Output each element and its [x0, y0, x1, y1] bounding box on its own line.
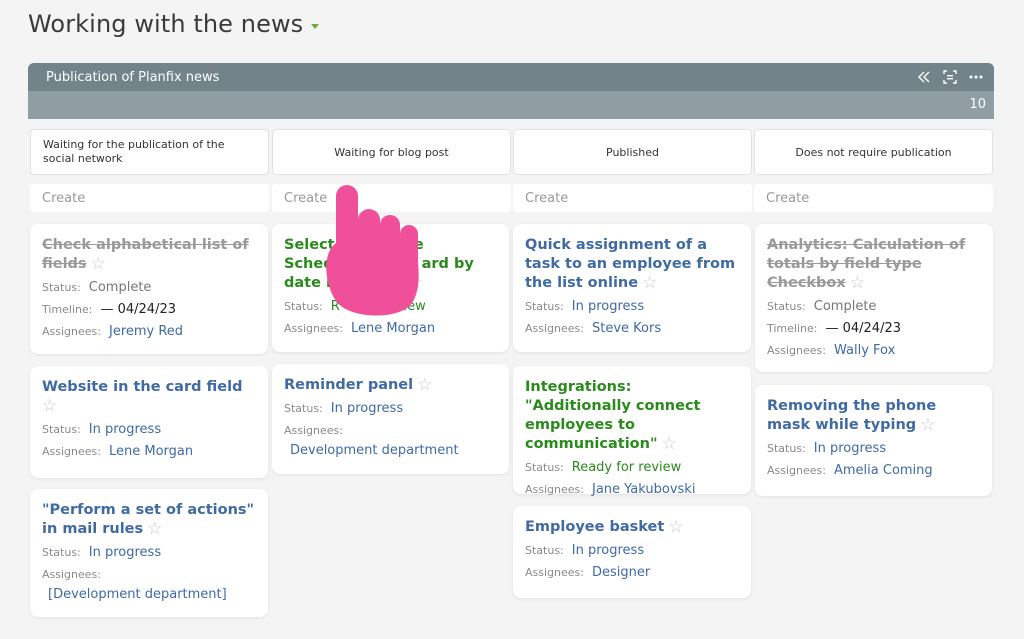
- task-card[interactable]: Quick assignment of a task to an employe…: [513, 224, 751, 352]
- collapse-icon[interactable]: [916, 68, 932, 86]
- board-tools: [916, 68, 984, 86]
- chevron-down-icon[interactable]: [311, 23, 320, 29]
- status-value: Complete: [88, 280, 152, 295]
- status-value: Ready for review: [571, 460, 682, 475]
- task-title[interactable]: Check alphabetical list of fields: [42, 237, 249, 272]
- column-title: Published: [513, 129, 752, 175]
- task-title[interactable]: Reminder panel: [284, 377, 413, 393]
- status-value: In progress: [571, 299, 645, 314]
- task-card[interactable]: Removing the phone mask while typing ☆ St…: [755, 385, 992, 496]
- focus-icon[interactable]: [942, 68, 958, 86]
- column-title: Waiting for the publication of the socia…: [30, 129, 269, 175]
- task-card[interactable]: Analytics: Calculation of totals by fiel…: [755, 224, 993, 372]
- star-icon[interactable]: ☆: [147, 521, 162, 538]
- star-icon[interactable]: ☆: [42, 398, 57, 415]
- task-title[interactable]: Employee basket: [525, 519, 664, 535]
- task-card[interactable]: Website in the card field ☆ Status: In pro…: [30, 366, 268, 478]
- create-button[interactable]: Create: [30, 184, 269, 212]
- star-icon[interactable]: ☆: [642, 275, 657, 292]
- assignee-value[interactable]: [Development department]: [42, 587, 256, 603]
- star-icon[interactable]: ☆: [417, 377, 432, 394]
- star-icon[interactable]: ☆: [668, 519, 683, 536]
- assignee-value[interactable]: Development department: [284, 443, 497, 459]
- timeline-value: — 04/24/23: [825, 321, 902, 336]
- star-icon[interactable]: ☆: [920, 417, 935, 434]
- status-value: In progress: [88, 545, 162, 560]
- star-icon[interactable]: ☆: [850, 275, 865, 292]
- column-title: Does not require publication: [754, 129, 993, 175]
- more-icon[interactable]: [968, 68, 984, 86]
- status-value: In progress: [88, 422, 162, 437]
- task-title-part[interactable]: ard by: [422, 256, 474, 272]
- task-card[interactable]: "Perform a set of actions" in mail rules…: [30, 489, 268, 617]
- assignee-value[interactable]: Designer: [592, 565, 650, 580]
- status-value: In progress: [571, 543, 645, 558]
- status-value: In progress: [330, 401, 404, 416]
- task-title[interactable]: Analytics: Calculation of totals by fiel…: [767, 237, 965, 291]
- hand-pointer-icon: [326, 185, 419, 316]
- task-card[interactable]: Employee basket ☆ Status: In progress Assi…: [513, 506, 751, 598]
- page-title[interactable]: Working with the news: [28, 10, 320, 38]
- task-count: 10: [969, 97, 986, 112]
- task-title[interactable]: Removing the phone mask while typing: [767, 398, 936, 433]
- task-title[interactable]: Quick assignment of a task to an employe…: [525, 237, 735, 291]
- create-button[interactable]: Create: [513, 184, 752, 212]
- column-title: Waiting for blog post: [272, 129, 511, 175]
- task-title[interactable]: Website in the card field: [42, 379, 242, 395]
- board-name: Publication of Planfix news: [46, 69, 220, 85]
- assignee-value[interactable]: Lene Morgan: [351, 321, 435, 336]
- column-no-publication: Does not require publication Create: [754, 129, 993, 212]
- board-header: Publication of Planfix news 10: [28, 63, 994, 119]
- status-value: In progress: [813, 441, 887, 456]
- star-icon[interactable]: ☆: [662, 436, 677, 453]
- status-value: Complete: [813, 299, 877, 314]
- assignee-value[interactable]: Amelia Coming: [834, 463, 933, 478]
- timeline-value: — 04/24/23: [100, 302, 177, 317]
- task-card[interactable]: Check alphabetical list of fields ☆ Statu…: [30, 224, 268, 354]
- assignee-value[interactable]: Jane Yakubovski: [592, 482, 695, 497]
- assignee-value[interactable]: Lene Morgan: [109, 444, 193, 459]
- assignee-value[interactable]: Steve Kors: [592, 321, 661, 336]
- star-icon[interactable]: ☆: [91, 256, 106, 273]
- task-card[interactable]: Reminder panel ☆ Status: In progress Assig…: [272, 364, 509, 474]
- assignee-value[interactable]: Wally Fox: [834, 343, 895, 358]
- task-card[interactable]: Integrations: "Additionally connect empl…: [513, 366, 751, 497]
- column-published: Published Create: [513, 129, 752, 212]
- create-button[interactable]: Create: [754, 184, 993, 212]
- column-social-network: Waiting for the publication of the socia…: [30, 129, 269, 212]
- assignee-value[interactable]: Jeremy Red: [109, 324, 183, 339]
